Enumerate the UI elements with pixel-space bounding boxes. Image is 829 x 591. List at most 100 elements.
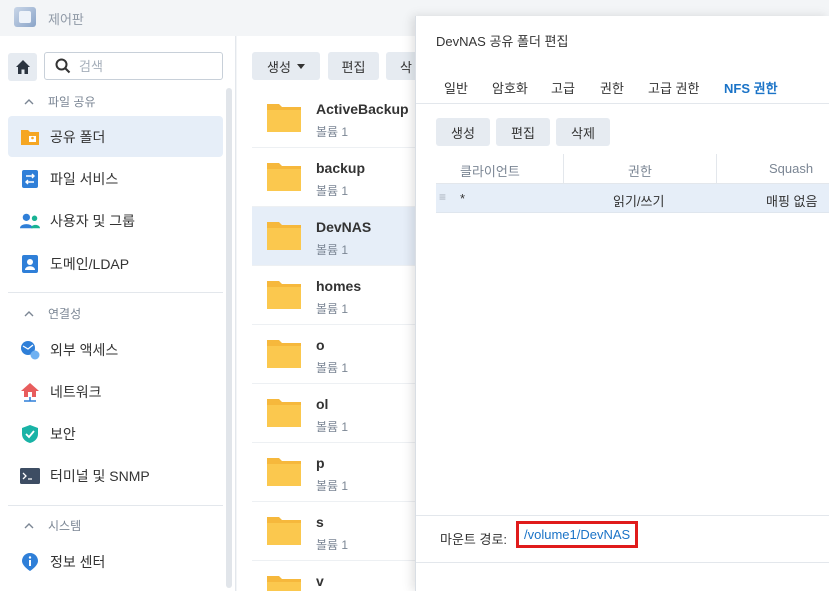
sidebar-item-users-groups[interactable]: 사용자 및 그룹	[8, 200, 223, 241]
sidebar-item-terminal-snmp[interactable]: 터미널 및 SNMP	[8, 455, 223, 496]
edit-button[interactable]: 편집	[328, 52, 379, 80]
folder-name: ActiveBackup	[316, 101, 409, 117]
sidebar-item-label: 사용자 및 그룹	[50, 212, 136, 229]
folder-name: homes	[316, 278, 362, 294]
folder-volume: 볼륨 1	[316, 302, 349, 316]
terminal-icon	[20, 466, 40, 486]
folder-icon	[267, 281, 301, 309]
column-client[interactable]: 클라이언트	[460, 161, 520, 180]
divider	[8, 505, 223, 506]
section-connectivity[interactable]: 연결성	[24, 305, 81, 322]
mount-path-label: 마운트 경로:	[440, 532, 508, 547]
drag-handle-icon[interactable]: ≡	[439, 190, 446, 204]
folder-icon	[267, 517, 301, 545]
folder-icon	[267, 104, 301, 132]
section-file-sharing[interactable]: 파일 공유	[24, 93, 96, 110]
window-title: 제어판	[48, 12, 84, 27]
sidebar-item-label: 공유 폴더	[50, 128, 106, 145]
folder-icon	[267, 163, 301, 191]
nfs-edit-label: 편집	[511, 125, 535, 141]
network-house-icon	[20, 382, 40, 402]
folder-volume: 볼륨 1	[316, 125, 349, 139]
nfs-delete-label: 삭제	[571, 125, 595, 141]
folder-name: DevNAS	[316, 219, 372, 235]
column-privilege[interactable]: 권한	[628, 161, 652, 180]
folder-name: p	[316, 455, 325, 471]
folder-icon	[267, 340, 301, 368]
column-squash[interactable]: Squash	[769, 161, 813, 176]
home-button[interactable]	[8, 53, 37, 81]
folder-name: s	[316, 514, 324, 530]
sidebar-item-security[interactable]: 보안	[8, 413, 223, 454]
folder-volume: 볼륨 1	[316, 420, 349, 434]
nfs-rules-header: 클라이언트 권한 Squash	[436, 154, 829, 184]
create-label: 생성	[267, 59, 291, 75]
mount-path-value[interactable]: /volume1/DevNAS	[516, 521, 639, 548]
nfs-edit-button[interactable]: 편집	[496, 118, 550, 146]
sidebar: 파일 공유 공유 폴더 파일 서비스 사용자 및 그룹 도메인/LDAP 연결성	[0, 36, 236, 591]
section-label: 연결성	[48, 307, 82, 321]
folder-icon	[267, 458, 301, 486]
mount-path-text: /volume1/DevNAS	[524, 527, 631, 542]
tab-permissions[interactable]: 권한	[600, 78, 624, 97]
folder-icon	[267, 399, 301, 427]
folder-volume: 볼륨 1	[316, 361, 349, 375]
tab-advanced[interactable]: 고급	[551, 78, 575, 97]
folder-volume: 볼륨 1	[316, 184, 349, 198]
shared-folder-icon	[20, 127, 40, 147]
sidebar-item-info-center[interactable]: 정보 센터	[8, 541, 223, 582]
external-access-icon	[20, 340, 40, 360]
shield-icon	[20, 424, 40, 444]
chevron-up-icon	[24, 310, 34, 316]
rule-client: *	[460, 191, 466, 206]
section-label: 파일 공유	[48, 95, 96, 109]
caret-down-icon	[296, 63, 305, 69]
sidebar-item-network[interactable]: 네트워크	[8, 371, 223, 412]
nfs-delete-button[interactable]: 삭제	[556, 118, 610, 146]
folder-icon	[267, 222, 301, 250]
divider	[416, 562, 829, 563]
tab-encryption[interactable]: 암호화	[492, 78, 528, 97]
column-divider	[716, 154, 717, 184]
sidebar-item-label: 외부 액세스	[50, 341, 119, 358]
sidebar-item-shared-folder[interactable]: 공유 폴더	[8, 116, 223, 157]
sidebar-item-label: 보안	[50, 425, 76, 442]
tab-advanced-permissions[interactable]: 고급 권한	[648, 78, 699, 97]
tab-general[interactable]: 일반	[444, 78, 468, 97]
folder-name: o	[316, 337, 325, 353]
delete-label: 삭	[400, 59, 412, 75]
sidebar-item-domain-ldap[interactable]: 도메인/LDAP	[8, 243, 223, 284]
chevron-up-icon	[24, 522, 34, 528]
folder-name: v	[316, 573, 324, 589]
sidebar-item-label: 터미널 및 SNMP	[50, 467, 150, 484]
sidebar-scrollbar[interactable]	[226, 88, 232, 588]
divider	[8, 292, 223, 293]
folder-name: backup	[316, 160, 366, 176]
section-system[interactable]: 시스템	[24, 517, 81, 534]
search-input[interactable]	[79, 58, 209, 74]
file-services-icon	[20, 169, 40, 189]
sidebar-item-label: 파일 서비스	[50, 170, 119, 187]
divider	[416, 515, 829, 516]
search-field[interactable]	[44, 52, 223, 80]
folder-icon	[267, 576, 301, 591]
sidebar-item-external-access[interactable]: 외부 액세스	[8, 329, 223, 370]
nfs-create-button[interactable]: 생성	[436, 118, 490, 146]
nfs-create-label: 생성	[451, 125, 475, 141]
sidebar-item-file-services[interactable]: 파일 서비스	[8, 158, 223, 199]
create-dropdown-button[interactable]: 생성	[252, 52, 320, 80]
chevron-up-icon	[24, 98, 34, 104]
folder-name: ol	[316, 396, 329, 412]
tab-nfs-permissions[interactable]: NFS 권한	[724, 78, 778, 97]
folder-volume: 볼륨 1	[316, 538, 349, 552]
section-label: 시스템	[48, 519, 82, 533]
search-icon	[55, 58, 71, 74]
dialog-tabs: 일반 암호화 고급 권한 고급 권한 NFS 권한	[416, 76, 829, 104]
nfs-rule-row[interactable]: ≡ * 읽기/쓰기 매핑 없음	[436, 184, 829, 213]
domain-ldap-icon	[20, 254, 40, 274]
control-panel-icon	[14, 7, 36, 27]
info-icon	[20, 552, 40, 572]
sidebar-item-label: 네트워크	[50, 383, 102, 400]
users-icon	[20, 211, 40, 231]
folder-volume: 볼륨 1	[316, 479, 349, 493]
